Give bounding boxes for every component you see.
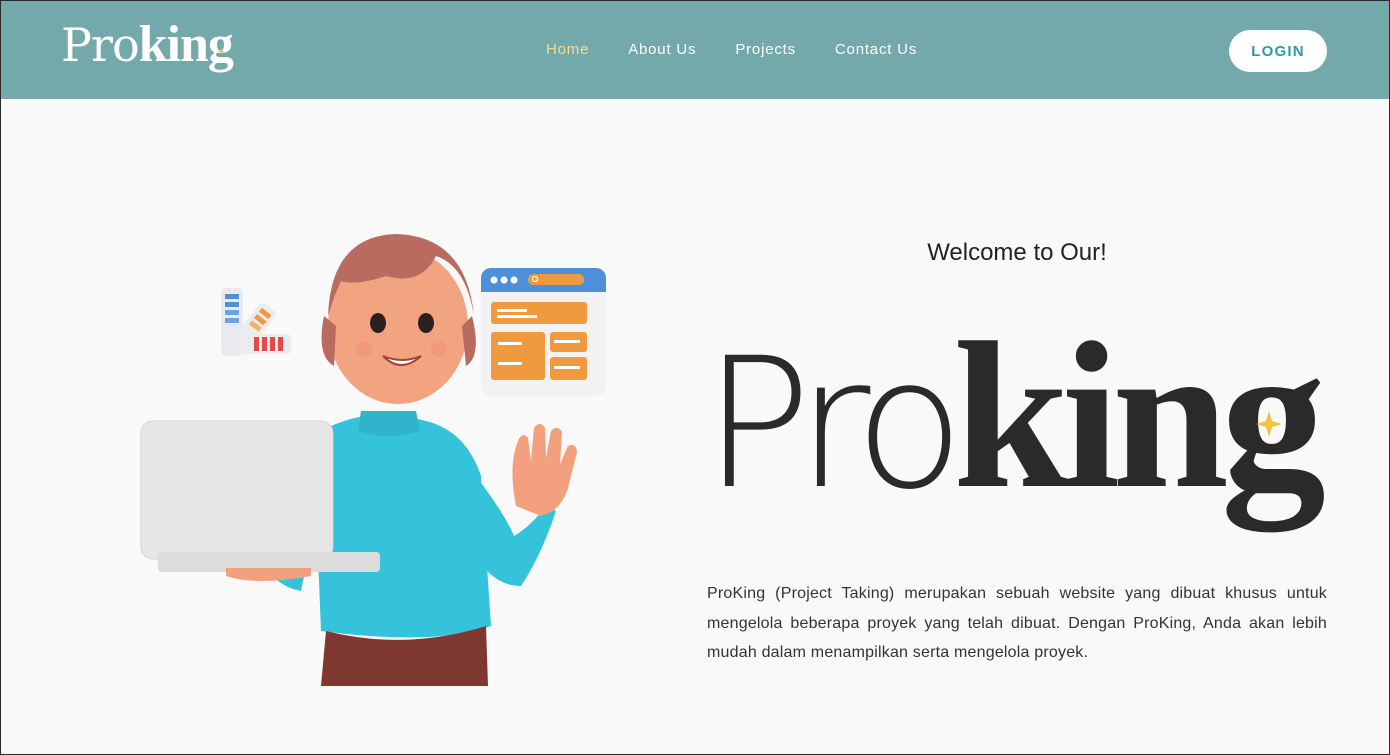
navbar: Pro king ✦ Home About Us Projects Contact… bbox=[1, 1, 1389, 99]
palette-swatch-icon bbox=[221, 288, 291, 356]
brand-logo[interactable]: Pro king ✦ bbox=[61, 15, 234, 85]
nav-about-us[interactable]: About Us bbox=[628, 41, 696, 58]
hero-illustration bbox=[140, 234, 606, 686]
main-nav: Home About Us Projects Contact Us bbox=[546, 41, 956, 58]
hero-logo: Pro king bbox=[703, 311, 1332, 532]
login-button[interactable]: LOGIN bbox=[1229, 30, 1327, 72]
nav-home[interactable]: Home bbox=[546, 41, 589, 58]
browser-window-icon bbox=[481, 268, 606, 396]
brand-logo-bold: king bbox=[138, 16, 234, 73]
hero-description: ProKing (Project Taking) merupakan sebua… bbox=[707, 585, 1327, 661]
welcome-heading: Welcome to Our! bbox=[927, 239, 1107, 266]
hero-logo-light: Pro bbox=[703, 320, 953, 529]
nav-projects[interactable]: Projects bbox=[735, 41, 796, 58]
nav-contact-us[interactable]: Contact Us bbox=[835, 41, 917, 58]
brand-logo-light: Pro bbox=[61, 18, 140, 72]
sparkle-icon: ✦ bbox=[217, 47, 226, 58]
